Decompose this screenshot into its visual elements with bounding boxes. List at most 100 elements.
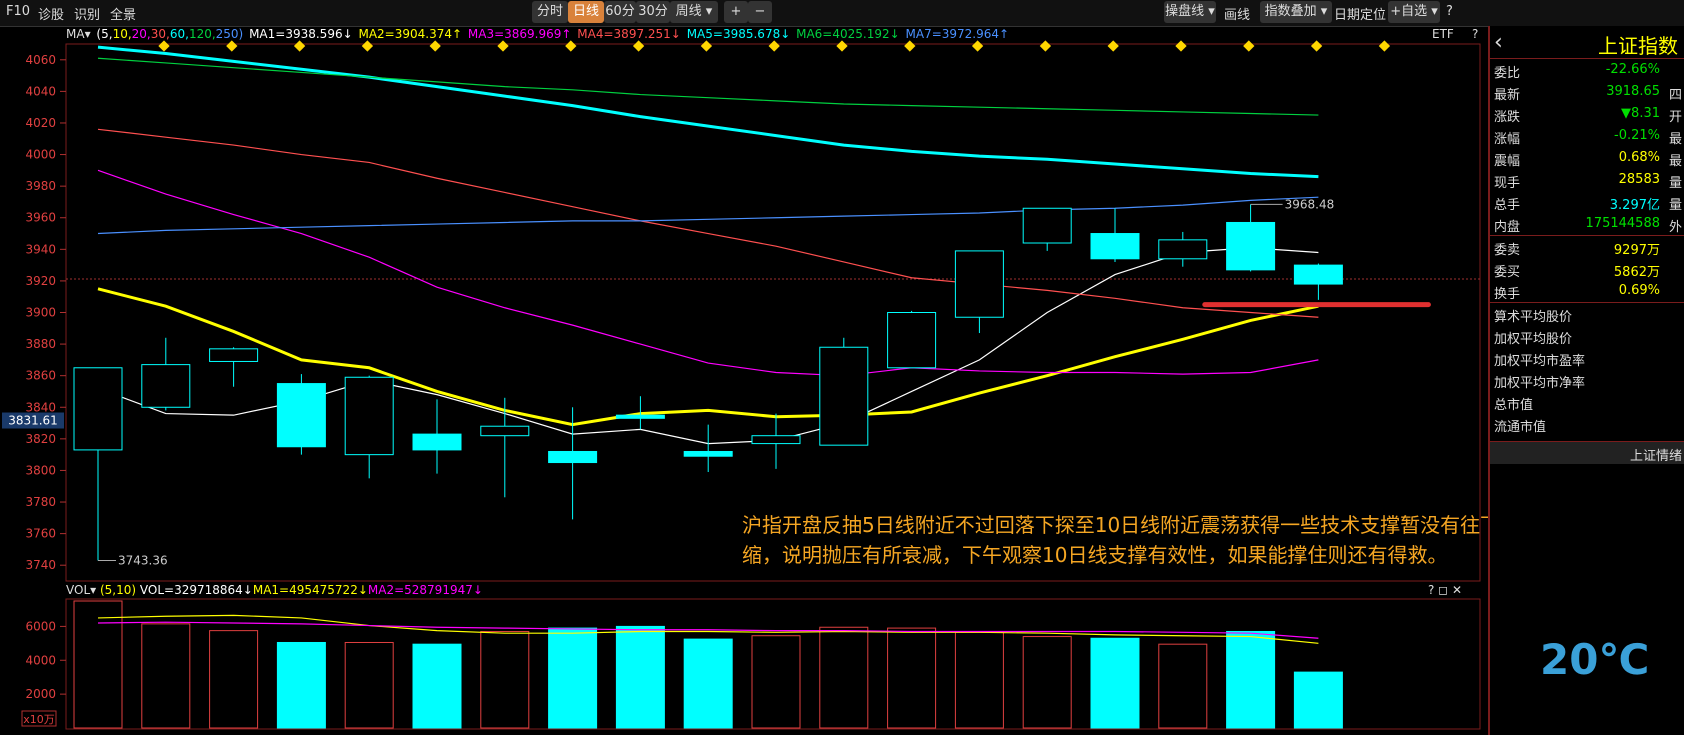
help-icon[interactable]: ?	[1446, 4, 1453, 19]
candle-body	[1090, 233, 1140, 260]
period-tab-30min[interactable]: 30分	[636, 1, 670, 23]
event-marker-icon[interactable]	[768, 40, 780, 52]
event-marker-icon[interactable]	[226, 40, 238, 52]
event-marker-icon[interactable]	[836, 40, 848, 52]
event-marker-icon[interactable]	[1378, 40, 1391, 52]
kline-chart[interactable]: 4060 4040 4020 4000 3980 3960 3940 3920 3900 3880…	[0, 26, 1486, 735]
y-tick-label: 3740	[25, 558, 56, 572]
draw-line-button[interactable]: 画线	[1224, 4, 1250, 23]
zoom-in-button[interactable]: +	[724, 1, 748, 23]
zoom-out-button[interactable]: −	[748, 1, 772, 23]
event-marker-icon[interactable]	[700, 40, 713, 52]
y-tick-label: 4020	[25, 116, 56, 130]
quote-extra: 量	[1668, 198, 1682, 213]
watchlist-menu[interactable]: +自选 ▾	[1388, 1, 1440, 23]
price-axis: 4060 4040 4020 4000 3980 3960 3940 3920 3900 3880…	[2, 53, 66, 572]
candle-body	[209, 348, 259, 362]
period-tab-intraday[interactable]: 分时	[532, 1, 568, 23]
volume-bar	[141, 623, 191, 729]
quote-extra: 四	[1668, 88, 1682, 103]
volume-bar	[954, 631, 1004, 729]
period-tab-60min[interactable]: 60分	[604, 1, 636, 23]
quote-row: 现手 28583 量	[1490, 169, 1684, 191]
volume-bar	[1022, 636, 1072, 729]
quote-value: 3.297亿	[1609, 198, 1660, 213]
average-link-label[interactable]: 流通市值	[1494, 416, 1546, 435]
candle-body	[751, 435, 801, 445]
quote-value: -22.66%	[1605, 62, 1660, 77]
candle-body	[480, 425, 530, 437]
candle-body	[819, 346, 869, 446]
quote-label: 最新	[1494, 88, 1521, 103]
quote-extra: 外	[1668, 220, 1682, 235]
average-link[interactable]: 总市值	[1490, 391, 1684, 413]
average-link[interactable]: 加权平均市盈率	[1490, 347, 1684, 369]
volume-bar	[751, 635, 801, 729]
period-tab-weekly[interactable]: 周线 ▾	[670, 1, 718, 23]
quote-value: ▼8.31	[1621, 106, 1660, 121]
recognize-button[interactable]: 识别	[74, 4, 100, 23]
volume-bar	[548, 627, 598, 729]
candle-body	[548, 450, 598, 464]
candle-body	[1158, 239, 1208, 260]
event-markers[interactable]	[158, 40, 1391, 52]
ma-line-ma4	[97, 128, 1319, 318]
y-tick-label: 3780	[25, 495, 56, 509]
candle-body	[1022, 207, 1072, 244]
back-chevron-icon[interactable]: ‹	[1494, 30, 1503, 55]
average-link[interactable]: 算术平均股价	[1490, 303, 1684, 325]
event-marker-icon[interactable]	[565, 40, 577, 52]
f10-button[interactable]: F10	[6, 4, 30, 19]
volume-bar	[683, 638, 733, 729]
event-marker-icon[interactable]	[904, 40, 916, 52]
indicator-line-menu[interactable]: 操盘线 ▾	[1164, 1, 1216, 23]
quote-label: 震幅	[1494, 154, 1521, 169]
average-link[interactable]: 流通市值	[1490, 413, 1684, 435]
quote-row: 总手 3.297亿量	[1490, 191, 1684, 213]
quote-value: 5862万	[1613, 265, 1660, 280]
quote-label: 委卖	[1494, 243, 1521, 258]
average-link[interactable]: 加权平均市净率	[1490, 369, 1684, 391]
event-marker-icon[interactable]	[293, 40, 306, 52]
date-locate-button[interactable]: 日期定位	[1334, 4, 1386, 23]
event-marker-icon[interactable]	[429, 40, 441, 52]
low-label: 3743.36	[118, 553, 168, 567]
candles	[73, 204, 1343, 561]
average-link-label[interactable]: 总市值	[1494, 394, 1533, 413]
sentiment-title[interactable]: 上证情绪	[1630, 445, 1682, 464]
candle-body	[1226, 221, 1276, 271]
volume-bar	[209, 630, 259, 729]
event-marker-icon[interactable]	[971, 40, 984, 52]
quote-label: 委比	[1494, 66, 1521, 81]
event-marker-icon[interactable]	[158, 40, 170, 52]
average-link-label[interactable]: 算术平均股价	[1494, 306, 1572, 325]
event-marker-icon[interactable]	[361, 40, 374, 52]
candle-body	[141, 364, 191, 408]
average-link-label[interactable]: 加权平均股价	[1494, 328, 1572, 347]
index-overlay-menu[interactable]: 指数叠加 ▾	[1260, 1, 1332, 23]
event-marker-icon[interactable]	[497, 40, 509, 52]
quote-value: 9297万	[1613, 243, 1660, 258]
event-marker-icon[interactable]	[1107, 40, 1119, 52]
event-marker-icon[interactable]	[1039, 40, 1052, 52]
quote-extra: 量	[1668, 176, 1682, 191]
vol-ma2-line	[97, 621, 1319, 639]
volume-bar	[344, 641, 394, 729]
period-tab-daily[interactable]: 日线	[568, 1, 604, 23]
event-marker-icon[interactable]	[1310, 40, 1323, 52]
event-marker-icon[interactable]	[1243, 40, 1255, 52]
diagnose-button[interactable]: 诊股	[38, 4, 64, 23]
average-link-label[interactable]: 加权平均市净率	[1494, 372, 1585, 391]
average-links: 算术平均股价 加权平均股价 加权平均市盈率 加权平均市净率 总市值流通市值	[1490, 303, 1684, 435]
y-tick-label: 3840	[25, 400, 56, 414]
quote-label: 涨跌	[1494, 110, 1521, 125]
event-marker-icon[interactable]	[1175, 40, 1187, 52]
average-link-label[interactable]: 加权平均市盈率	[1494, 350, 1585, 369]
high-label: 3968.48	[1285, 197, 1335, 211]
quote-extra: 最	[1668, 132, 1682, 147]
panorama-button[interactable]: 全景	[110, 4, 136, 23]
quote-row: 涨跌 ▼8.31 开	[1490, 103, 1684, 125]
event-marker-icon[interactable]	[632, 40, 645, 52]
average-link[interactable]: 加权平均股价	[1490, 325, 1684, 347]
quote-header: ‹ 上证指数	[1490, 26, 1684, 59]
